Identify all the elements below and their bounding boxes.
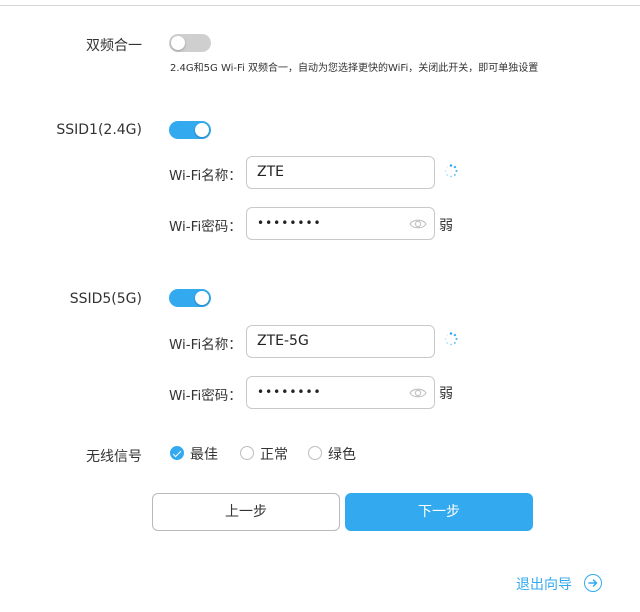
ssid1-pwd-value: •••••••• (257, 216, 322, 230)
ssid5-pwd-label: Wi-Fi密码： (169, 388, 242, 404)
toggle-knob (195, 291, 209, 305)
spinner-icon (444, 332, 458, 346)
toggle-knob (171, 36, 185, 50)
ssid1-pwd-input[interactable]: •••••••• (246, 207, 435, 240)
top-divider (0, 5, 640, 6)
ssid5-name-value: ZTE-5G (257, 333, 309, 349)
next-step-button[interactable]: 下一步 (345, 493, 533, 531)
ssid5-name-input[interactable]: ZTE-5G (246, 325, 435, 358)
radio-best-label: 最佳 (190, 447, 218, 463)
eye-icon[interactable] (409, 217, 427, 231)
ssid5-label: SSID5(5G) (69, 291, 142, 307)
radio-normal[interactable] (240, 446, 254, 460)
ssid5-pwd-value: •••••••• (257, 385, 322, 399)
radio-green-label: 绿色 (328, 447, 356, 463)
spinner-icon (444, 164, 458, 178)
arrow-right-circle-icon[interactable] (584, 574, 602, 592)
ssid1-name-value: ZTE (257, 164, 284, 180)
toggle-knob (195, 123, 209, 137)
ssid5-pwd-input[interactable]: •••••••• (246, 376, 435, 409)
dual-band-hint: 2.4G和5G Wi-Fi 双频合一，自动为您选择更快的WiFi，关闭此开关，即… (170, 63, 539, 74)
ssid5-name-label: Wi-Fi名称： (169, 337, 242, 353)
ssid1-name-input[interactable]: ZTE (246, 156, 435, 189)
ssid5-strength: 弱 (439, 386, 453, 402)
ssid5-toggle[interactable] (169, 289, 211, 307)
dual-band-toggle[interactable] (169, 34, 211, 52)
dual-band-label: 双频合一 (86, 38, 142, 54)
signal-label: 无线信号 (86, 449, 142, 465)
ssid1-label: SSID1(2.4G) (56, 122, 142, 138)
prev-step-button[interactable]: 上一步 (152, 493, 340, 531)
ssid1-name-label: Wi-Fi名称： (169, 168, 242, 184)
ssid1-pwd-label: Wi-Fi密码： (169, 219, 242, 235)
ssid1-toggle[interactable] (169, 121, 211, 139)
radio-normal-label: 正常 (260, 447, 288, 463)
exit-wizard-link[interactable]: 退出向导 (516, 574, 572, 594)
ssid1-strength: 弱 (439, 218, 453, 234)
radio-green[interactable] (308, 446, 322, 460)
eye-icon[interactable] (409, 386, 427, 400)
radio-best[interactable] (170, 446, 184, 460)
